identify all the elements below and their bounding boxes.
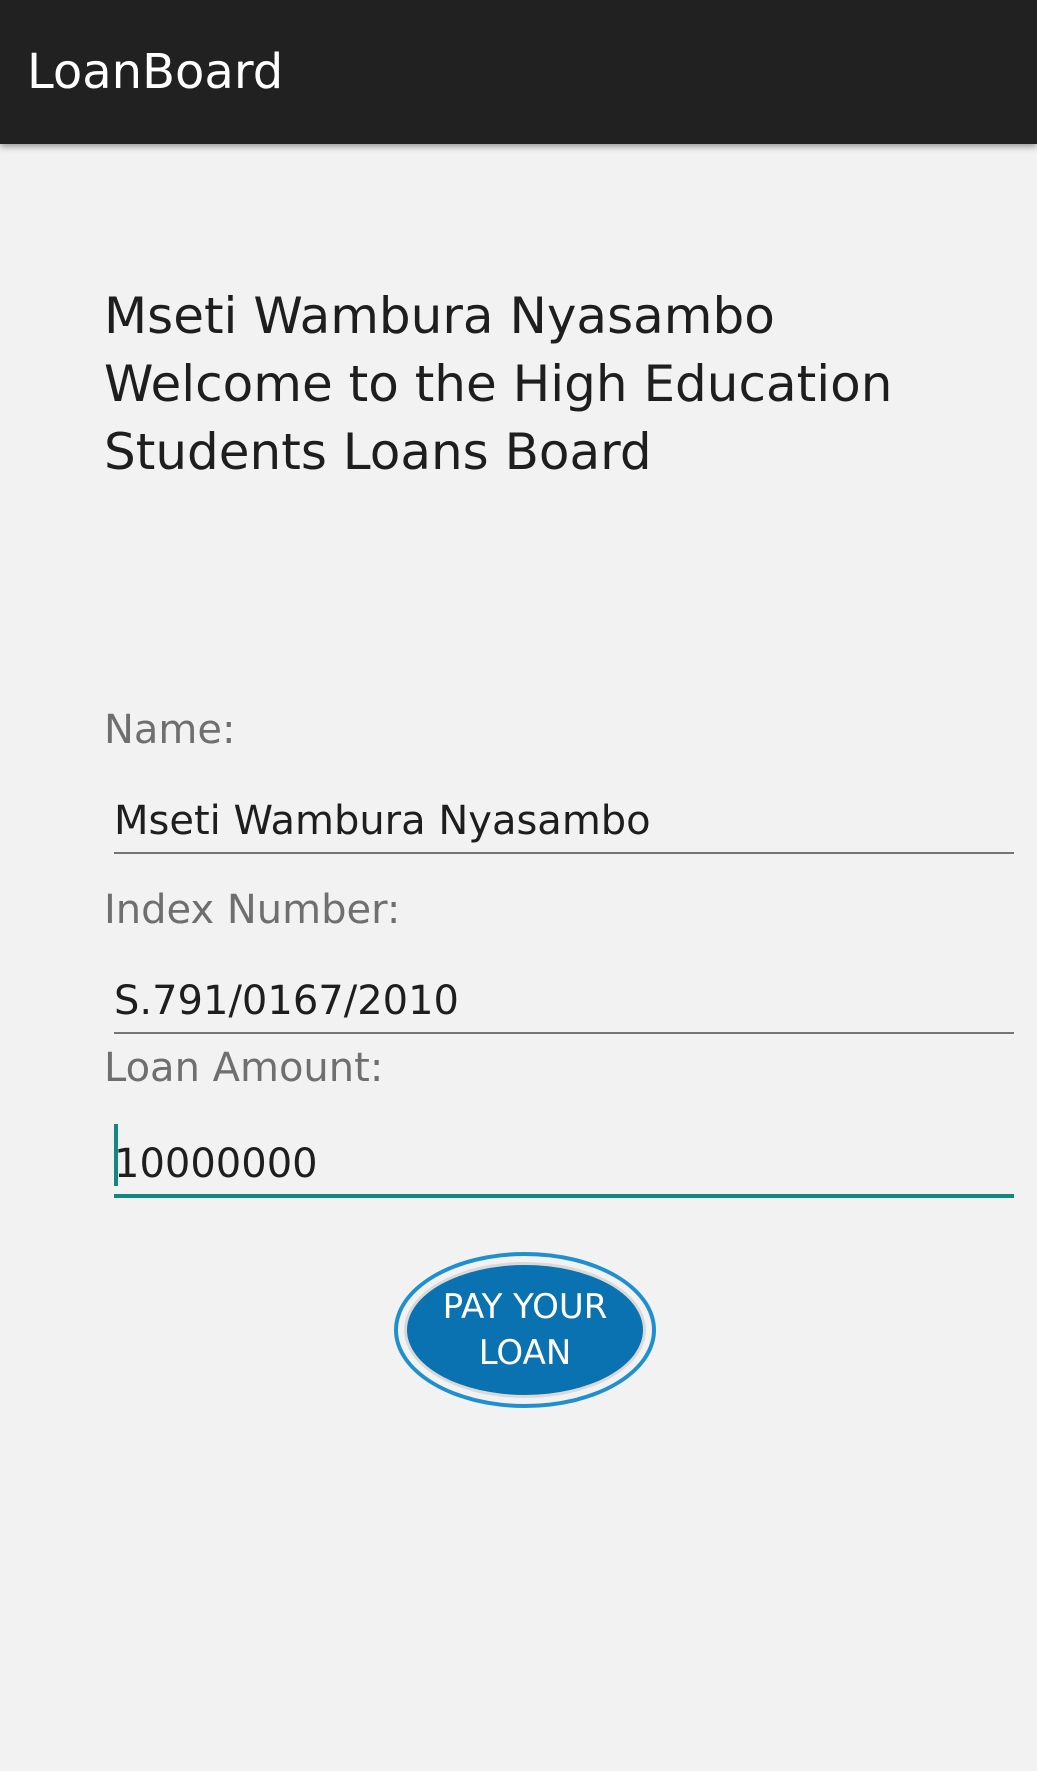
index-number-label: Index Number: <box>104 887 401 933</box>
name-field[interactable] <box>114 790 1014 854</box>
text-cursor <box>114 1124 118 1186</box>
app-title: LoanBoard <box>27 44 284 100</box>
pay-your-loan-button[interactable]: PAY YOUR LOAN <box>394 1252 656 1408</box>
loan-amount-field[interactable] <box>114 1134 1014 1198</box>
pay-button-label: PAY YOUR LOAN <box>404 1262 646 1398</box>
name-label: Name: <box>104 707 236 753</box>
app-bar: LoanBoard <box>0 0 1037 144</box>
loan-amount-label: Loan Amount: <box>104 1045 384 1091</box>
index-number-field[interactable] <box>114 970 1014 1034</box>
welcome-message: Mseti Wambura Nyasambo Welcome to the Hi… <box>104 287 893 481</box>
